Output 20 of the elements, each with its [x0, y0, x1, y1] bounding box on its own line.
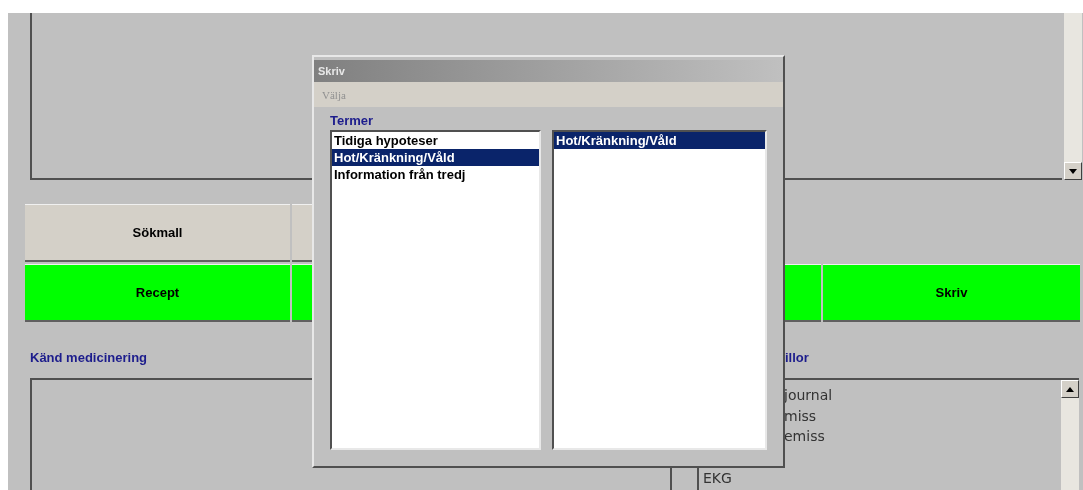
scrollbar[interactable]	[1061, 380, 1079, 490]
scrollbar[interactable]	[1064, 13, 1082, 180]
scroll-up-button[interactable]	[1061, 380, 1079, 398]
list-item[interactable]: EKG	[699, 467, 1061, 488]
action-button[interactable]: Recept	[25, 264, 290, 322]
section-title: illor	[785, 349, 809, 365]
group-label: Termer	[330, 113, 375, 128]
scroll-down-button[interactable]	[1064, 162, 1082, 180]
term-item[interactable]: Hot/Kränkning/Våld	[332, 149, 540, 166]
term-item[interactable]: Hot/Kränkning/Våld	[554, 132, 765, 149]
template-button[interactable]: Sökmall	[25, 204, 290, 262]
chosen-list[interactable]: Hot/Kränkning/Våld	[552, 130, 767, 450]
scroll-down-icon	[1069, 168, 1077, 174]
section-title: Känd medicinering	[30, 350, 148, 365]
terms-list[interactable]: Tidiga hypoteser Hot/Kränkning/Våld Information från tredj	[330, 130, 542, 450]
term-item[interactable]: Tidiga hypoteser	[332, 132, 540, 149]
action-button[interactable]: Skriv	[823, 264, 1080, 322]
term-item[interactable]: Information från tredj	[332, 166, 540, 183]
window-title: Skriv	[318, 65, 345, 77]
scroll-up-icon	[1066, 386, 1074, 392]
